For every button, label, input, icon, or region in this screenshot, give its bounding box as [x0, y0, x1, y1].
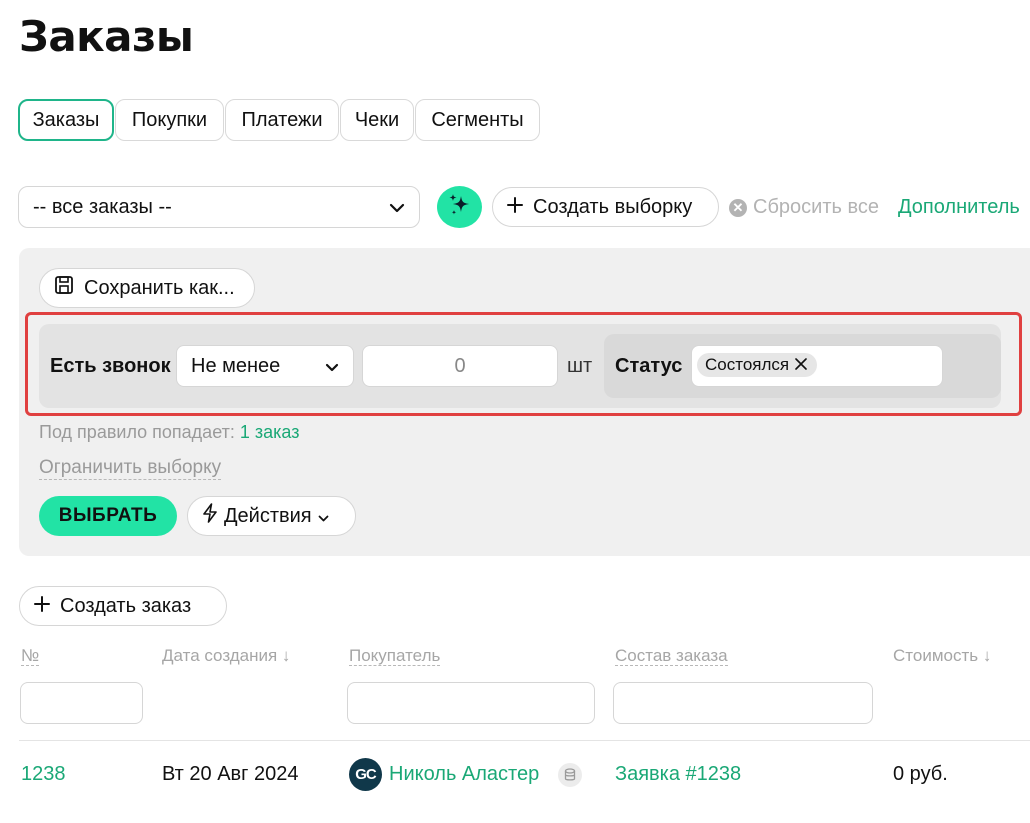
number-filter-input[interactable] — [20, 682, 143, 724]
save-as-button[interactable]: Сохранить как... — [39, 268, 255, 308]
column-header-cost[interactable]: Стоимость ↓ — [893, 646, 991, 666]
create-order-label: Создать заказ — [60, 594, 192, 617]
tab-purchases[interactable]: Покупки — [115, 99, 224, 141]
create-selection-button[interactable]: Создать выборку — [492, 187, 719, 227]
buyer-filter-input[interactable] — [347, 682, 595, 724]
tab-orders[interactable]: Заказы — [18, 99, 114, 141]
create-order-button[interactable]: Создать заказ — [19, 586, 227, 626]
status-chip-label: Состоялся — [705, 355, 790, 374]
composition-link[interactable]: Заявка #1238 — [615, 763, 741, 786]
plus-icon — [34, 595, 50, 618]
save-as-label: Сохранить как... — [84, 276, 235, 299]
tab-payments[interactable]: Платежи — [225, 99, 339, 141]
more-filters-link[interactable]: Дополнитель — [898, 196, 1020, 219]
create-selection-label: Создать выборку — [533, 195, 693, 218]
floppy-disk-icon — [54, 275, 74, 301]
order-number-link[interactable]: 1238 — [21, 763, 66, 786]
order-date: Вт 20 Авг 2024 — [162, 763, 299, 785]
reset-all-label: Сбросить все — [753, 196, 879, 218]
lightning-icon — [202, 503, 218, 529]
composition-filter-input[interactable] — [613, 682, 873, 724]
column-header-buyer[interactable]: Покупатель — [349, 646, 441, 666]
sparkle-icon — [446, 191, 474, 224]
chevron-down-icon — [389, 196, 405, 219]
condition-select-value: Не менее — [191, 354, 281, 377]
chevron-down-icon — [325, 355, 339, 378]
table-divider — [19, 740, 1030, 741]
status-chip: Состоялся — [697, 353, 818, 377]
quantity-input[interactable]: 0 — [362, 345, 558, 387]
condition-select[interactable]: Не менее — [176, 345, 354, 387]
rule-hint: Под правило попадает: 1 заказ — [39, 422, 299, 443]
column-header-date[interactable]: Дата создания ↓ — [162, 646, 290, 666]
close-circle-icon: ✕ — [729, 198, 747, 217]
segment-select[interactable]: -- все заказы -- — [18, 186, 420, 228]
rule-hint-prefix: Под правило попадает: — [39, 422, 235, 442]
plus-icon — [507, 196, 523, 219]
buyer-link[interactable]: Николь Аластер — [389, 763, 539, 786]
rule-label: Есть звонок — [50, 355, 171, 377]
actions-label: Действия — [224, 504, 312, 527]
tab-receipts[interactable]: Чеки — [340, 99, 414, 141]
ai-sparkle-button[interactable] — [437, 186, 482, 228]
column-header-composition[interactable]: Состав заказа — [615, 646, 728, 666]
choose-button[interactable]: ВЫБРАТЬ — [39, 496, 177, 536]
column-header-number[interactable]: № — [21, 646, 40, 666]
database-icon — [558, 763, 582, 787]
page-title: Заказы — [19, 12, 194, 61]
actions-dropdown[interactable]: Действия — [187, 496, 356, 536]
segment-select-value: -- все заказы -- — [33, 195, 172, 218]
status-label: Статус — [615, 355, 683, 377]
unit-label: шт — [567, 355, 593, 377]
tab-segments[interactable]: Сегменты — [415, 99, 540, 141]
avatar: GC — [349, 758, 382, 791]
close-icon[interactable] — [795, 355, 807, 375]
order-cost: 0 руб. — [893, 763, 948, 785]
reset-all-button[interactable]: ✕ Сбросить все — [729, 196, 879, 219]
rule-hint-count-link[interactable]: 1 заказ — [240, 422, 300, 442]
limit-selection-link[interactable]: Ограничить выборку — [39, 457, 222, 480]
chevron-down-icon — [318, 505, 329, 528]
